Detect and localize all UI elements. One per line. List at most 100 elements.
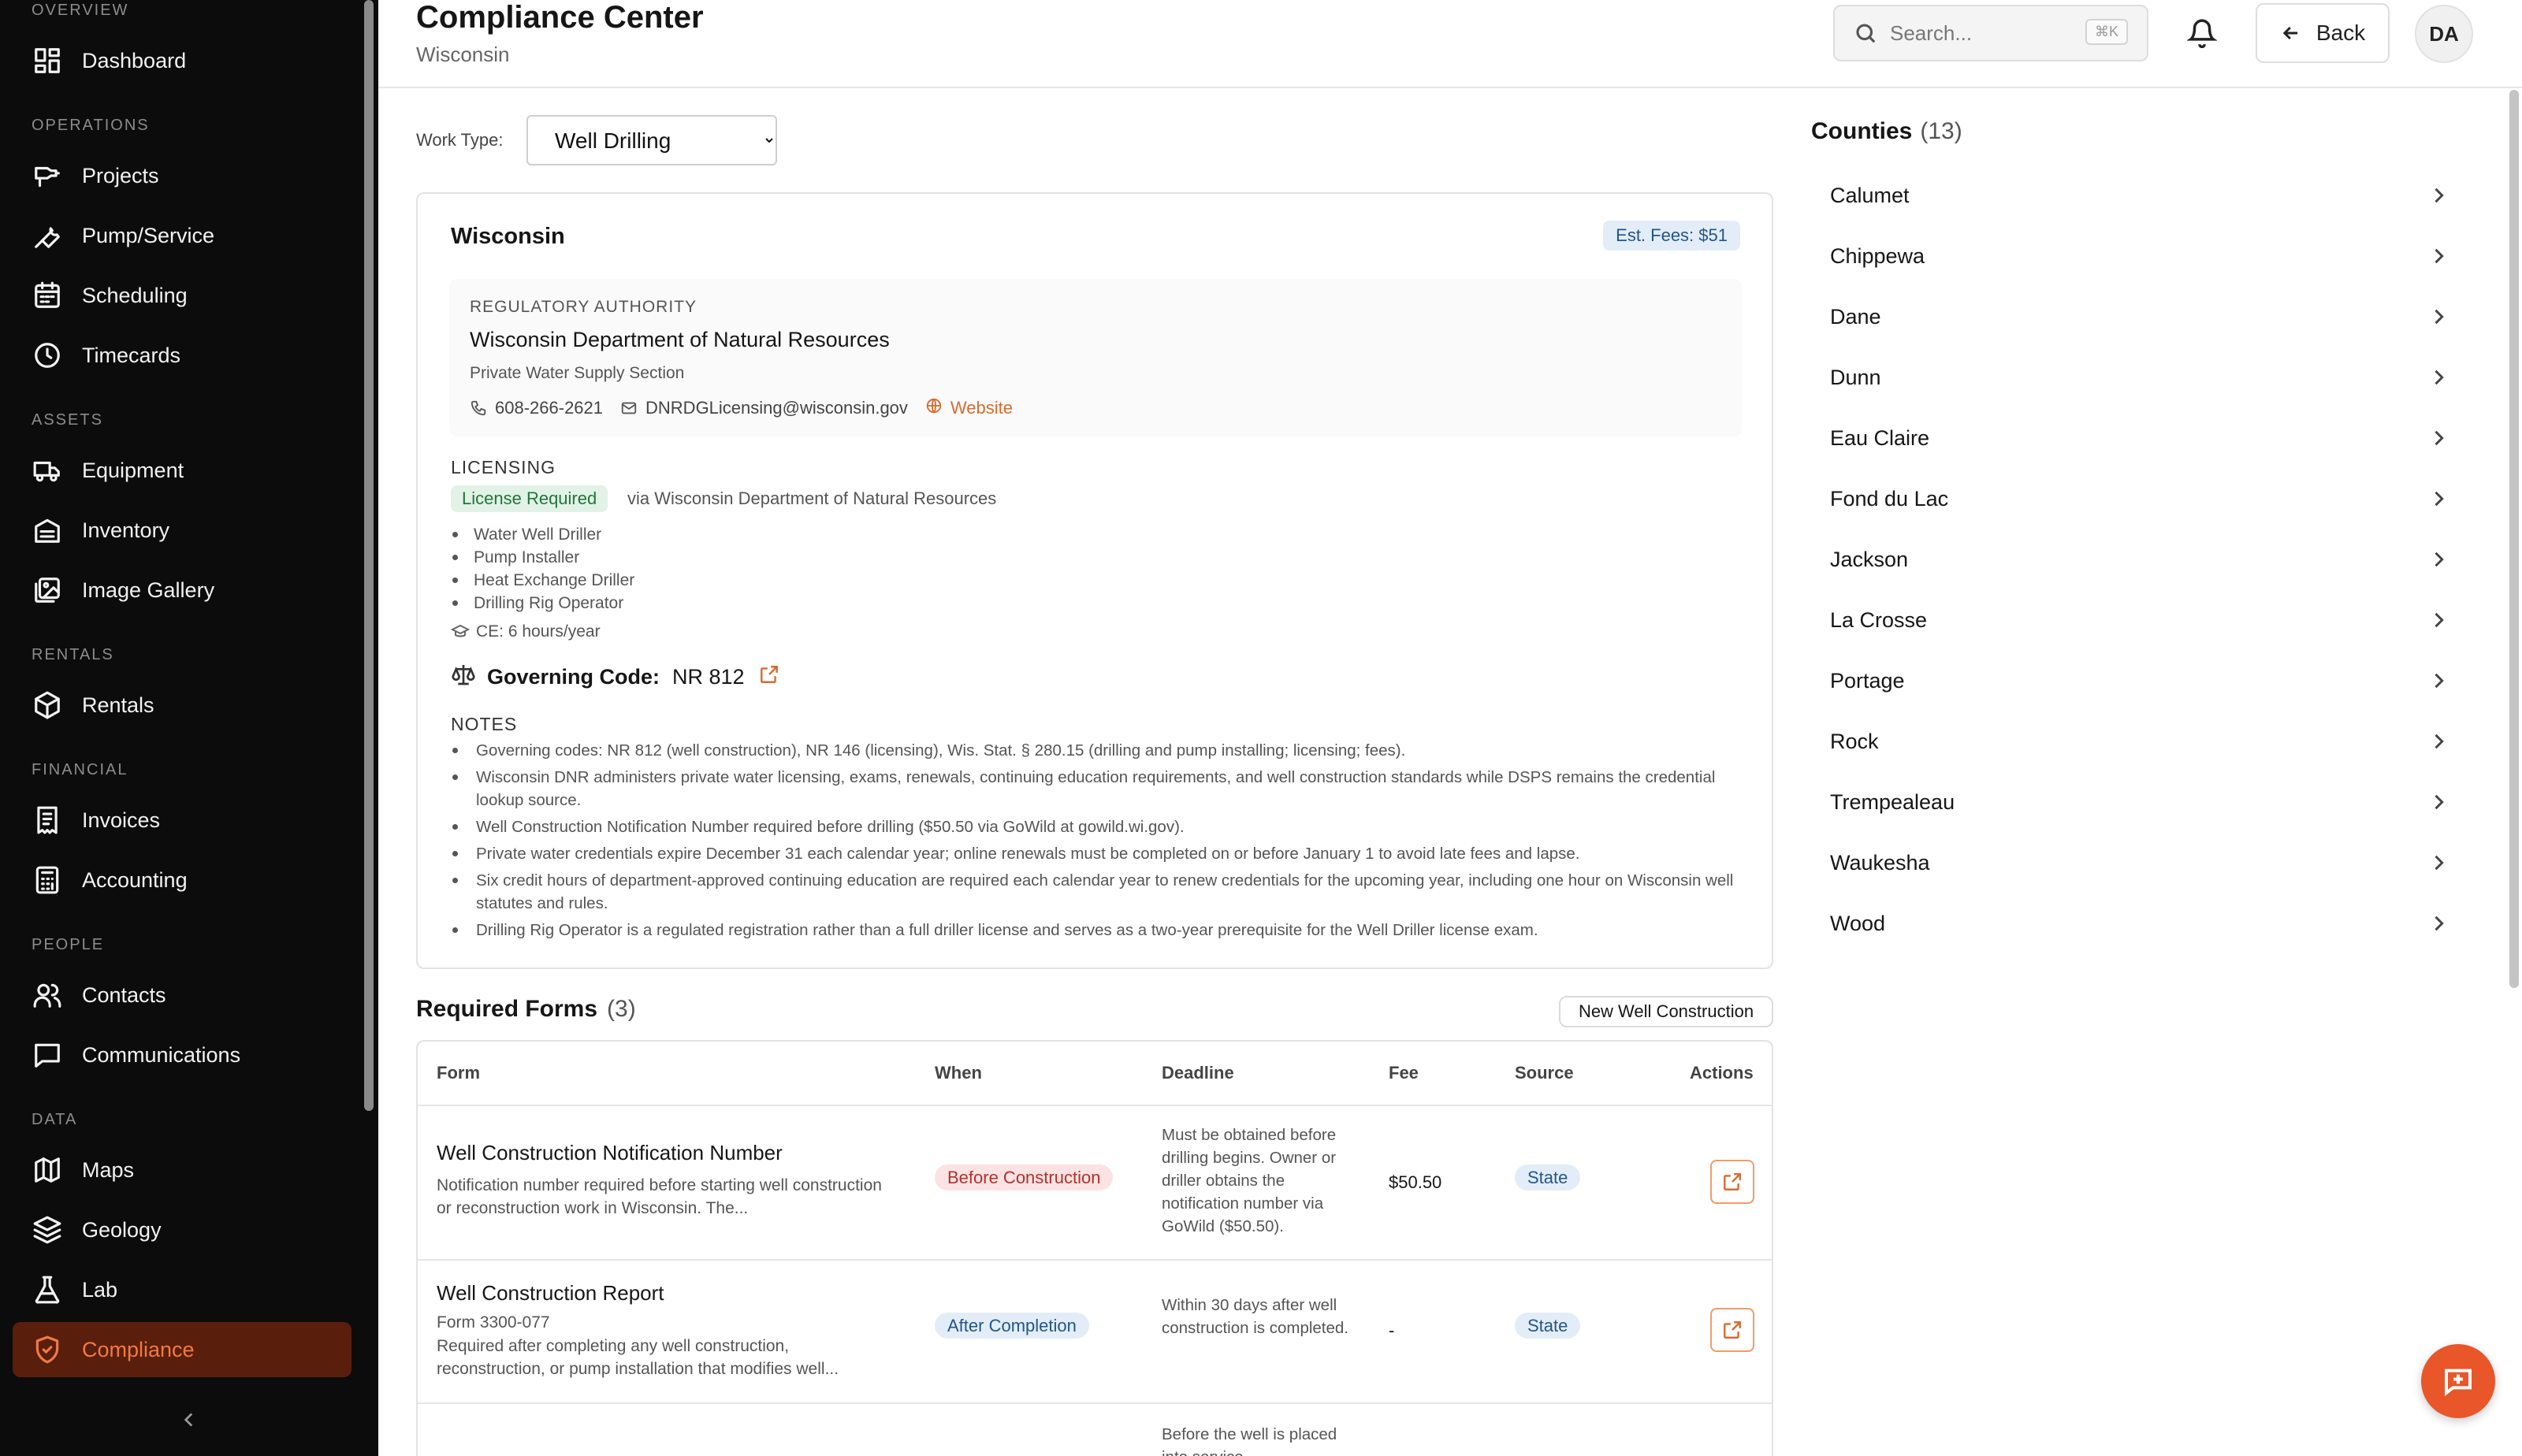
when-badge: After Completion <box>935 1313 1089 1339</box>
sidebar-item-pump-service[interactable]: Pump/Service <box>13 208 352 263</box>
sidebar-item-geology[interactable]: Geology <box>13 1202 352 1257</box>
sidebar-item-label: Timecards <box>82 343 181 367</box>
page-scrollbar[interactable] <box>2509 90 2519 988</box>
receipt-icon <box>32 804 63 836</box>
sidebar-item-maps[interactable]: Maps <box>13 1142 352 1198</box>
section-label-operations: OPERATIONS <box>32 117 150 134</box>
open-form-button[interactable] <box>1710 1308 1754 1352</box>
chevron-right-icon <box>2427 609 2449 635</box>
sidebar-item-label: Contacts <box>82 982 166 1007</box>
county-name: Dunn <box>1830 365 1881 389</box>
form-deadline: Within 30 days after well construction i… <box>1162 1296 1349 1337</box>
search-box[interactable]: ⌘K <box>1833 5 2148 61</box>
avatar[interactable]: DA <box>2415 5 2473 63</box>
counties-title: Counties (13) <box>1811 118 1962 145</box>
sidebar-item-communications[interactable]: Communications <box>13 1027 352 1083</box>
county-item-wood[interactable]: Wood <box>1811 900 2457 947</box>
authority-section: Private Water Supply Section <box>470 364 685 382</box>
sidebar-item-label: Accounting <box>82 867 188 892</box>
county-item-la-crosse[interactable]: La Crosse <box>1811 596 2457 644</box>
county-name: La Crosse <box>1830 607 1928 632</box>
required-forms-title: Required Forms (3) <box>416 996 636 1023</box>
county-item-calumet[interactable]: Calumet <box>1811 172 2457 219</box>
sidebar-item-contacts[interactable]: Contacts <box>13 968 352 1023</box>
sidebar-item-image-gallery[interactable]: Image Gallery <box>13 563 352 618</box>
graduation-cap-icon <box>451 624 470 637</box>
form-name[interactable]: Well Construction Notification Number <box>437 1141 783 1165</box>
sidebar-item-compliance[interactable]: Compliance <box>13 1322 352 1377</box>
back-button-label: Back <box>2316 20 2366 45</box>
county-item-dane[interactable]: Dane <box>1811 293 2457 340</box>
notes-list: Governing codes: NR 812 (well constructi… <box>451 739 1743 945</box>
sidebar-item-projects[interactable]: Projects <box>13 148 352 203</box>
county-item-chippewa[interactable]: Chippewa <box>1811 232 2457 280</box>
sidebar-item-equipment[interactable]: Equipment <box>13 443 352 498</box>
users-icon <box>32 979 63 1011</box>
chevron-right-icon <box>2427 670 2449 696</box>
message-plus-icon <box>2445 1369 2472 1397</box>
chevron-right-icon <box>2427 912 2449 938</box>
map-icon <box>32 1154 63 1186</box>
form-name[interactable]: Well Construction Report <box>437 1281 664 1306</box>
county-name: Wood <box>1830 911 1886 935</box>
sidebar-item-timecards[interactable]: Timecards <box>13 328 352 383</box>
county-item-fond-du-lac[interactable]: Fond du Lac <box>1811 475 2457 522</box>
authority-contacts: 608-266-2621 DNRDGLicensing@wisconsin.go… <box>470 397 1013 419</box>
notes-label: NOTES <box>451 714 518 734</box>
county-item-rock[interactable]: Rock <box>1811 718 2457 765</box>
county-item-jackson[interactable]: Jackson <box>1811 536 2457 583</box>
county-item-trempealeau[interactable]: Trempealeau <box>1811 778 2457 826</box>
license-list: Water Well Driller Pump Installer Heat E… <box>451 523 634 615</box>
sidebar-item-rentals[interactable]: Rentals <box>13 678 352 733</box>
sidebar-item-label: Lab <box>82 1277 118 1302</box>
chevron-right-icon <box>2427 488 2449 514</box>
governing-code-value: NR 812 <box>672 665 745 689</box>
chevron-left-icon <box>184 1413 193 1427</box>
new-message-fab[interactable] <box>2421 1344 2495 1418</box>
authority-website-link[interactable]: Website <box>950 398 1013 418</box>
notifications-button[interactable] <box>2185 16 2219 50</box>
authority-email[interactable]: DNRDGLicensing@wisconsin.gov <box>645 398 908 418</box>
sidebar-item-inventory[interactable]: Inventory <box>13 503 352 558</box>
collapse-sidebar-button[interactable] <box>175 1406 203 1434</box>
county-item-dunn[interactable]: Dunn <box>1811 354 2457 401</box>
continuing-education: CE: 6 hours/year <box>451 622 601 641</box>
counties-count: (13) <box>1920 118 1962 144</box>
list-item: Drilling Rig Operator is a regulated reg… <box>451 919 1743 942</box>
sidebar-item-scheduling[interactable]: Scheduling <box>13 268 352 323</box>
work-type-select[interactable]: Well Drilling <box>526 115 777 165</box>
sidebar-scrollbar[interactable] <box>364 0 374 1111</box>
sidebar-item-invoices[interactable]: Invoices <box>13 793 352 848</box>
section-label-overview: OVERVIEW <box>32 2 129 19</box>
work-type-label: Work Type: <box>416 130 504 150</box>
layers-icon <box>32 1214 63 1246</box>
authority-name: Wisconsin Department of Natural Resource… <box>470 328 890 351</box>
sidebar-item-label: Projects <box>82 163 159 188</box>
calculator-icon <box>32 864 63 896</box>
state-card: Wisconsin Est. Fees: $51 REGULATORY AUTH… <box>416 192 1773 969</box>
list-item: Pump Installer <box>451 546 634 569</box>
governing-code-link[interactable] <box>745 664 779 690</box>
required-forms-heading: Required Forms <box>416 996 598 1022</box>
search-icon <box>1856 24 1876 43</box>
sidebar-item-dashboard[interactable]: Dashboard <box>13 33 352 88</box>
sidebar-item-accounting[interactable]: Accounting <box>13 852 352 908</box>
section-label-rentals: RENTALS <box>32 646 114 663</box>
form-deadline: Must be obtained before drilling begins.… <box>1162 1126 1337 1235</box>
sidebar-item-label: Equipment <box>82 458 184 482</box>
chevron-right-icon <box>2427 306 2449 332</box>
back-button[interactable]: Back <box>2256 3 2390 63</box>
sidebar-item-lab[interactable]: Lab <box>13 1262 352 1317</box>
scale-icon <box>452 665 475 685</box>
chevron-right-icon <box>2427 184 2449 210</box>
shield-icon <box>32 1334 63 1365</box>
open-form-button[interactable] <box>1710 1160 1754 1204</box>
authority-phone[interactable]: 608-266-2621 <box>495 398 603 418</box>
sidebar-item-label: Dashboard <box>82 48 187 72</box>
county-item-eau-claire[interactable]: Eau Claire <box>1811 414 2457 462</box>
search-input[interactable] <box>1890 20 2071 46</box>
county-item-portage[interactable]: Portage <box>1811 657 2457 704</box>
county-item-waukesha[interactable]: Waukesha <box>1811 839 2457 886</box>
estimated-fees-badge: Est. Fees: $51 <box>1603 221 1740 251</box>
form-deadline: Before the well is placed into service <box>1162 1425 1337 1456</box>
